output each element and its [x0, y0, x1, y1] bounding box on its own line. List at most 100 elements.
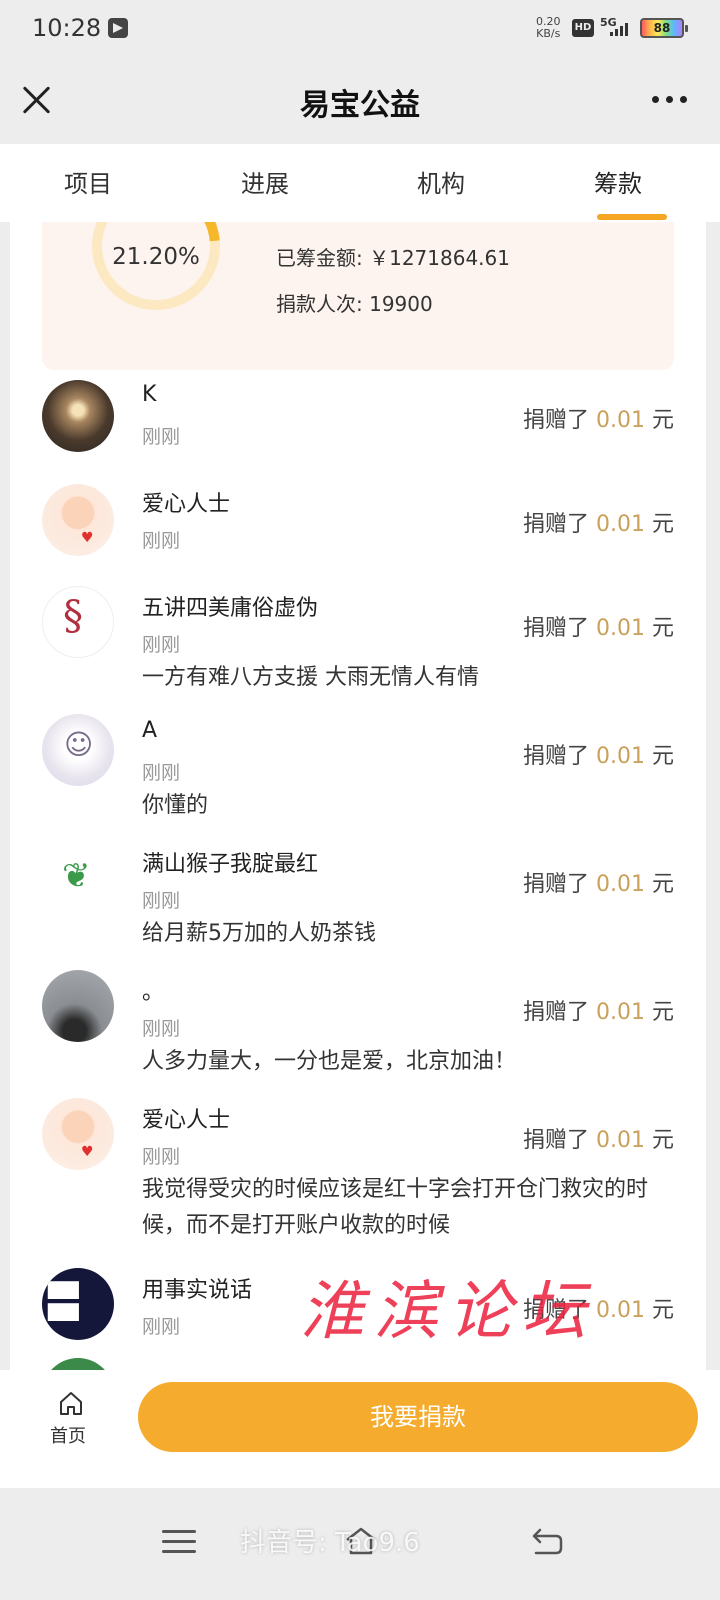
- donation-prefix: 捐赠了: [522, 744, 589, 769]
- forum-watermark: 淮滨论坛: [300, 1275, 596, 1349]
- heart-icon: ♥: [81, 1144, 94, 1160]
- donation-amount: 捐赠了 0.01 元: [523, 866, 674, 898]
- donor-time: 刚刚: [142, 1316, 181, 1338]
- tab-bar: 项目 进展 机构 筹款: [0, 144, 720, 222]
- network-speed-unit: KB/s: [536, 27, 561, 40]
- status-bar: 10:28 0.20 KB/s HD 5G 88: [0, 0, 720, 58]
- hd-badge: HD: [572, 19, 594, 37]
- donation-unit: 元: [651, 408, 674, 433]
- network-speed: 0.20 KB/s: [536, 16, 561, 40]
- back-icon[interactable]: [530, 1528, 564, 1556]
- donor-name: 。: [142, 980, 165, 1005]
- list-item[interactable]: § 五讲四美庸俗虚伪 刚刚 捐赠了 0.01 元 一方有难八方支援 大雨无情人有…: [10, 580, 706, 700]
- donor-time: 刚刚: [142, 634, 181, 656]
- donation-unit: 元: [651, 512, 674, 537]
- avatar: ▆▆ ▆▆: [42, 1268, 114, 1340]
- donor-name: 爱心人士: [142, 492, 231, 517]
- donation-unit: 元: [651, 872, 674, 897]
- donation-unit: 元: [651, 1128, 674, 1153]
- battery-icon: 88: [640, 18, 688, 38]
- home-icon[interactable]: [58, 1390, 84, 1416]
- donation-amount: 捐赠了 0.01 元: [523, 738, 674, 770]
- donation-value: 0.01: [596, 512, 645, 537]
- donation-amount: 捐赠了 0.01 元: [523, 994, 674, 1026]
- goose-icon: ❦: [62, 856, 91, 896]
- avatar: ♥: [42, 1098, 114, 1170]
- active-tab-indicator: [597, 214, 667, 220]
- donation-value: 0.01: [596, 872, 645, 897]
- tiktok-watermark: 抖音号: Tao9.6: [240, 1528, 420, 1558]
- donor-message: 你懂的: [142, 793, 209, 818]
- donation-value: 0.01: [596, 1298, 645, 1323]
- donation-amount: 捐赠了 0.01 元: [523, 610, 674, 642]
- system-navigation-bar: 抖音号: Tao9.6: [0, 1488, 720, 1600]
- amount-raised: 已筹金额: ￥1271864.61: [276, 246, 510, 270]
- seal-icon: §: [63, 593, 83, 639]
- donation-prefix: 捐赠了: [522, 1000, 589, 1025]
- donor-message: 给月薪5万加的人奶茶钱: [142, 921, 376, 946]
- donation-count: 捐款人次: 19900: [276, 292, 433, 316]
- donation-value: 0.01: [596, 616, 645, 641]
- status-time: 10:28: [32, 14, 102, 42]
- list-item[interactable]: ☺ A 刚刚 捐赠了 0.01 元 你懂的: [10, 708, 706, 832]
- donor-name: A: [142, 718, 158, 743]
- donation-prefix: 捐赠了: [522, 512, 589, 537]
- progress-percent: 21.20%: [112, 244, 200, 270]
- tab-organization[interactable]: 机构: [381, 164, 501, 199]
- telegram-send-icon: [108, 18, 128, 38]
- donor-name: 五讲四美庸俗虚伪: [142, 596, 319, 621]
- donor-name: 爱心人士: [142, 1108, 231, 1133]
- avatar: [42, 970, 114, 1042]
- donation-value: 0.01: [596, 744, 645, 769]
- bottom-action-bar: 首页 我要捐款: [0, 1370, 720, 1488]
- news-logo-icon: ▆▆ ▆▆: [48, 1275, 79, 1321]
- home-label[interactable]: 首页: [50, 1422, 86, 1448]
- list-item[interactable]: ♥ 爱心人士 刚刚 捐赠了 0.01 元: [10, 476, 706, 576]
- donor-time: 刚刚: [142, 762, 181, 784]
- avatar: §: [42, 586, 114, 658]
- tab-project[interactable]: 项目: [28, 164, 148, 199]
- donation-prefix: 捐赠了: [522, 616, 589, 641]
- donor-message: 人多力量大，一分也是爱，北京加油！: [142, 1049, 517, 1074]
- heart-icon: ♥: [81, 530, 94, 546]
- donor-name: K: [142, 382, 157, 407]
- donor-message: 一方有难八方支援 大雨无情人有情: [142, 665, 479, 690]
- donation-value: 0.01: [596, 1000, 645, 1025]
- donate-button[interactable]: 我要捐款: [138, 1382, 698, 1452]
- page-title: 易宝公益: [300, 88, 420, 123]
- tab-fundraising[interactable]: 筹款: [558, 164, 678, 199]
- tab-progress[interactable]: 进展: [205, 164, 325, 199]
- signal-icon: [610, 22, 630, 36]
- donor-time: 刚刚: [142, 890, 181, 912]
- donor-name: 满山猴子我腚最红: [142, 852, 319, 877]
- donation-unit: 元: [651, 744, 674, 769]
- donation-amount: 捐赠了 0.01 元: [523, 402, 674, 434]
- list-item[interactable]: ❦ 满山猴子我腚最红 刚刚 捐赠了 0.01 元 给月薪5万加的人奶茶钱: [10, 836, 706, 960]
- donation-value: 0.01: [596, 408, 645, 433]
- donation-unit: 元: [651, 1000, 674, 1025]
- donation-amount: 捐赠了 0.01 元: [523, 1122, 674, 1154]
- cartoon-face-icon: ☺: [64, 728, 94, 761]
- donor-time: 刚刚: [142, 530, 181, 552]
- list-item[interactable]: ♥ 爱心人士 刚刚 捐赠了 0.01 元 我觉得受灾的时候应该是红十字会打开仓门…: [10, 1092, 706, 1252]
- avatar: ♥: [42, 484, 114, 556]
- menu-icon[interactable]: [162, 1530, 196, 1554]
- more-options-icon[interactable]: [652, 96, 688, 106]
- battery-level: 88: [653, 21, 671, 35]
- donation-prefix: 捐赠了: [522, 1128, 589, 1153]
- avatar: ❦: [42, 842, 114, 914]
- progress-ring-fill: [65, 222, 247, 337]
- donation-content[interactable]: 21.20% 已筹金额: ￥1271864.61 捐款人次: 19900 K 刚…: [10, 222, 706, 1400]
- donation-unit: 元: [651, 616, 674, 641]
- avatar: ☺: [42, 714, 114, 786]
- donation-value: 0.01: [596, 1128, 645, 1153]
- donor-time: 刚刚: [142, 1146, 181, 1168]
- fundraising-summary: 21.20% 已筹金额: ￥1271864.61 捐款人次: 19900: [42, 222, 674, 370]
- list-item[interactable]: 。 刚刚 捐赠了 0.01 元 人多力量大，一分也是爱，北京加油！: [10, 964, 706, 1088]
- list-item[interactable]: K 刚刚 捐赠了 0.01 元: [10, 372, 706, 472]
- donor-time: 刚刚: [142, 426, 181, 448]
- nav-bar: 易宝公益: [0, 58, 720, 144]
- donor-time: 刚刚: [142, 1018, 181, 1040]
- donor-name: 用事实说话: [142, 1278, 253, 1303]
- avatar: [42, 380, 114, 452]
